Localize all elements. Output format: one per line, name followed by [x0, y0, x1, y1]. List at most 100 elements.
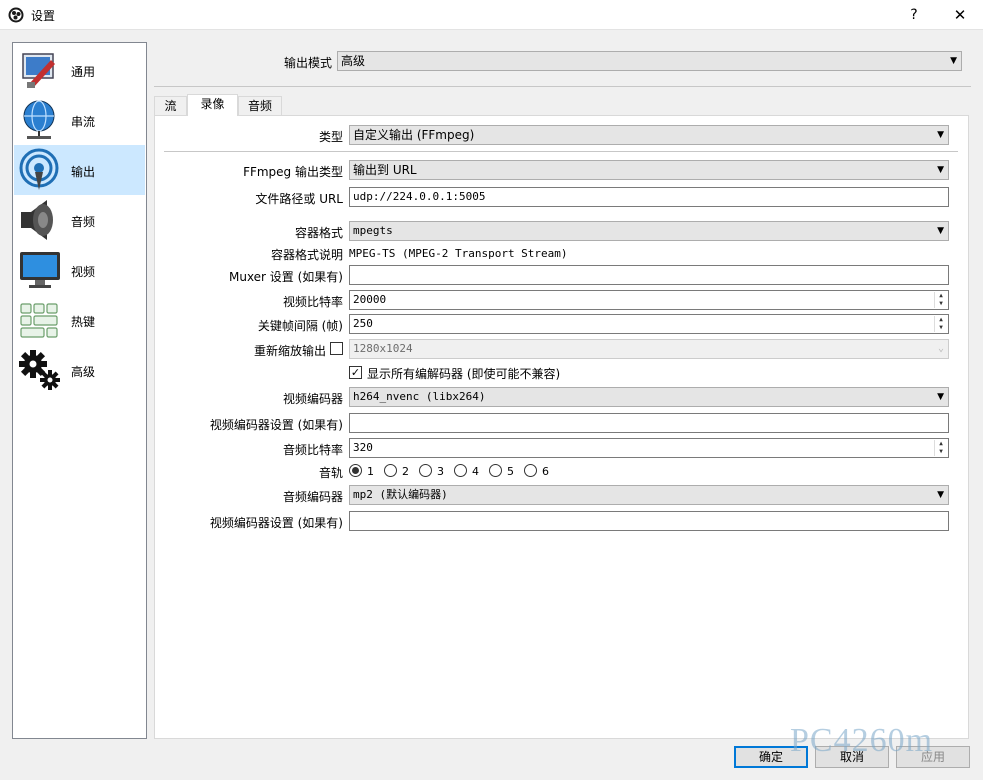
spin-up-icon[interactable]: ▲	[935, 316, 947, 324]
spin-up-icon[interactable]: ▲	[935, 440, 947, 448]
speaker-icon	[21, 200, 53, 240]
video-bitrate-label: 视频比特率	[282, 295, 343, 309]
chevron-down-icon: ▼	[937, 165, 944, 175]
video-bitrate-spinbox[interactable]: 20000 ▲ ▼	[349, 290, 949, 310]
video-bitrate-value: 20000	[353, 293, 387, 306]
ffmpeg-output-type-select[interactable]: 输出到 URL ▼	[349, 160, 949, 180]
tab-recording[interactable]: 录像	[187, 94, 238, 116]
divider	[164, 151, 958, 152]
sidebar-item-label: 通用	[71, 65, 96, 79]
audio-encoder-settings-input[interactable]	[349, 511, 949, 531]
sidebar-item-label: 串流	[71, 115, 96, 129]
keyframe-interval-label: 关键帧间隔 (帧)	[257, 319, 343, 333]
spin-down-icon[interactable]: ▼	[935, 324, 947, 332]
audio-encoder-value: mp2 (默认编码器)	[353, 488, 448, 501]
audio-encoder-label: 音频编码器	[282, 490, 343, 504]
sidebar-item-video[interactable]: 视频	[14, 245, 145, 295]
watermark: PC4260m	[790, 722, 934, 759]
tab-audio[interactable]: 音频	[238, 96, 282, 116]
checkmark-icon: ✓	[350, 366, 361, 379]
audio-track-radio-3[interactable]	[419, 464, 432, 477]
close-button[interactable]: ✕	[937, 0, 983, 30]
keyframe-interval-spinbox[interactable]: 250 ▲ ▼	[349, 314, 949, 334]
container-desc-value: MPEG-TS (MPEG-2 Transport Stream)	[349, 247, 568, 260]
audio-track-radio-5[interactable]	[489, 464, 502, 477]
file-path-input[interactable]: udp://224.0.0.1:5005	[349, 187, 949, 207]
rescale-output-label: 重新缩放输出	[253, 344, 326, 358]
file-path-label: 文件路径或 URL	[255, 192, 343, 206]
audio-track-option-label: 2	[402, 465, 409, 478]
spin-down-icon[interactable]: ▼	[935, 300, 947, 308]
sidebar-item-label: 热键	[71, 315, 96, 329]
rescale-output-checkbox[interactable]	[330, 342, 343, 355]
settings-sidebar: 通用 串流 输出 音频 视频 热键 高级	[12, 42, 147, 739]
audio-track-option-label: 3	[437, 465, 444, 478]
gears-icon	[19, 350, 60, 390]
container-format-value: mpegts	[353, 224, 393, 237]
chevron-down-icon: ▼	[937, 130, 944, 140]
audio-track-option-label: 5	[507, 465, 514, 478]
audio-encoder-settings-label: 视频编码器设置 (如果有)	[209, 516, 343, 530]
video-encoder-value: h264_nvenc (libx264)	[353, 390, 486, 403]
type-label: 类型	[318, 130, 343, 144]
type-select[interactable]: 自定义输出 (FFmpeg) ▼	[349, 125, 949, 145]
audio-track-radio-2[interactable]	[384, 464, 397, 477]
chevron-down-icon: ▼	[937, 392, 944, 402]
video-encoder-select[interactable]: h264_nvenc (libx264) ▼	[349, 387, 949, 407]
ffmpeg-output-type-label: FFmpeg 输出类型	[243, 165, 343, 179]
keyboard-icon	[20, 303, 58, 338]
audio-track-radio-1[interactable]	[349, 464, 362, 477]
sidebar-item-label: 高级	[71, 365, 96, 379]
spin-down-icon[interactable]: ▼	[935, 448, 947, 456]
sidebar-item-label: 音频	[71, 215, 96, 229]
ffmpeg-output-type-value: 输出到 URL	[353, 163, 417, 177]
title-bar: 设置 ? ✕	[0, 0, 983, 30]
audio-track-option-label: 4	[472, 465, 479, 478]
muxer-settings-label: Muxer 设置 (如果有)	[228, 270, 343, 284]
divider	[154, 86, 971, 87]
sidebar-item-general[interactable]: 通用	[14, 45, 145, 95]
sidebar-item-audio[interactable]: 音频	[14, 195, 145, 245]
audio-track-radio-6[interactable]	[524, 464, 537, 477]
chevron-down-icon: ▼	[950, 56, 957, 66]
tab-stream[interactable]: 流	[154, 96, 187, 116]
rescale-output-select: 1280x1024 ⌄	[349, 339, 949, 359]
sidebar-item-output[interactable]: 输出	[14, 145, 145, 195]
video-encoder-settings-input[interactable]	[349, 413, 949, 433]
output-mode-label: 输出模式	[283, 56, 332, 70]
obs-logo-icon	[8, 7, 24, 23]
spin-buttons[interactable]: ▲ ▼	[934, 316, 947, 332]
monitor-icon	[20, 252, 60, 288]
sidebar-item-stream[interactable]: 串流	[14, 95, 145, 145]
keyframe-interval-value: 250	[353, 317, 373, 330]
container-format-label: 容器格式	[294, 226, 343, 240]
audio-track-label: 音轨	[318, 466, 343, 480]
general-settings-icon	[22, 53, 55, 88]
help-button[interactable]: ?	[891, 0, 937, 30]
chevron-down-icon: ▼	[937, 490, 944, 500]
rescale-output-value: 1280x1024	[353, 342, 413, 355]
spin-buttons[interactable]: ▲ ▼	[934, 292, 947, 308]
muxer-settings-input[interactable]	[349, 265, 949, 285]
window-title: 设置	[31, 9, 56, 23]
globe-network-icon	[23, 100, 55, 139]
audio-bitrate-spinbox[interactable]: 320 ▲ ▼	[349, 438, 949, 458]
audio-track-option-label: 6	[542, 465, 549, 478]
sidebar-item-hotkeys[interactable]: 热键	[14, 295, 145, 345]
sidebar-item-advanced[interactable]: 高级	[14, 345, 145, 395]
container-format-select[interactable]: mpegts ▼	[349, 221, 949, 241]
video-encoder-label: 视频编码器	[282, 392, 343, 406]
container-desc-label: 容器格式说明	[270, 248, 343, 262]
show-all-codecs-label: 显示所有编解码器 (即使可能不兼容)	[367, 367, 561, 381]
show-all-codecs-checkbox[interactable]: ✓	[349, 366, 362, 379]
chevron-down-icon: ▼	[937, 226, 944, 236]
spin-up-icon[interactable]: ▲	[935, 292, 947, 300]
audio-track-radio-4[interactable]	[454, 464, 467, 477]
audio-track-option-label: 1	[367, 465, 374, 478]
spin-buttons[interactable]: ▲ ▼	[934, 440, 947, 456]
audio-encoder-select[interactable]: mp2 (默认编码器) ▼	[349, 485, 949, 505]
broadcast-antenna-icon	[19, 148, 59, 190]
audio-bitrate-label: 音频比特率	[282, 443, 343, 457]
output-mode-select[interactable]: 高级 ▼	[337, 51, 962, 71]
sidebar-item-label: 视频	[71, 265, 96, 279]
